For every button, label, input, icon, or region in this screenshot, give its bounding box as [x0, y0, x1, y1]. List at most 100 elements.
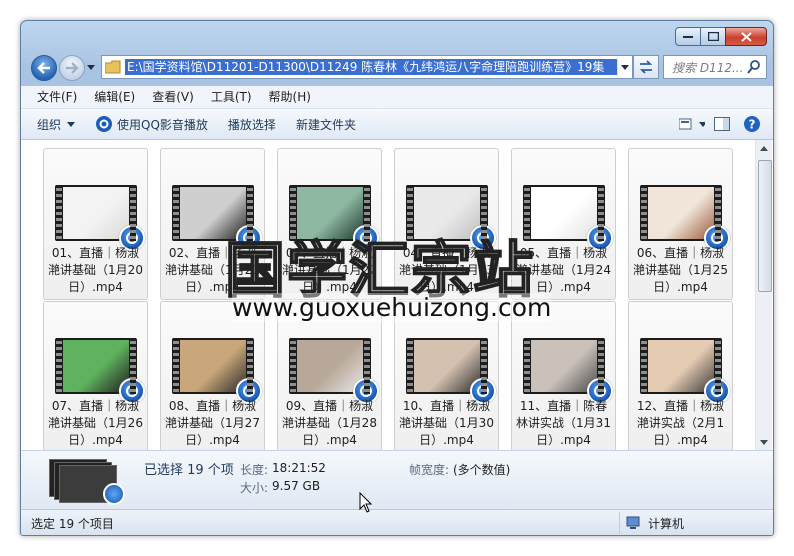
- qq-player-icon: [96, 116, 113, 132]
- folder-icon: [104, 60, 121, 74]
- file-name-label: 12、直播｜杨淑 滟讲实战（2月1 日）.mp4: [631, 398, 730, 449]
- status-selected: 选定 19 个项目: [31, 517, 114, 531]
- scroll-thumb[interactable]: [758, 160, 772, 292]
- file-name-line: 日）.mp4: [185, 433, 240, 447]
- refresh-icon: [639, 60, 653, 74]
- file-name-line: 日）.mp4: [653, 280, 708, 294]
- size-key: 大小:: [240, 481, 269, 495]
- menu-bar: 文件(F) 编辑(E) 查看(V) 工具(T) 帮助(H): [21, 86, 773, 109]
- length-value: 18:21:52: [272, 461, 326, 475]
- length-key: 长度:: [240, 463, 269, 477]
- address-field[interactable]: E:\国学资料馆\D11201-D11300\D11249 陈春林《九纬鸿运八字…: [101, 55, 633, 79]
- scroll-up-button[interactable]: [756, 140, 772, 156]
- command-bar: 组织 使用QQ影音播放 播放选择 新建文件夹 ?: [21, 109, 773, 140]
- file-name-line: 09、直播｜杨淑: [285, 399, 374, 413]
- video-thumbnail: [289, 338, 379, 404]
- arrow-left-icon: [37, 62, 50, 74]
- file-name-line: 滟讲基础（1月30: [399, 416, 494, 430]
- back-button[interactable]: [31, 55, 57, 81]
- file-name-line: 日）.mp4: [68, 280, 123, 294]
- address-path[interactable]: E:\国学资料馆\D11201-D11300\D11249 陈春林《九纬鸿运八字…: [125, 59, 617, 75]
- file-name-label: 08、直播｜杨淑 滟讲基础（1月27 日）.mp4: [163, 398, 262, 449]
- refresh-button[interactable]: [633, 55, 659, 79]
- file-item[interactable]: 10、直播｜杨淑 滟讲基础（1月30 日）.mp4: [394, 301, 499, 450]
- minimize-button[interactable]: [675, 27, 701, 46]
- file-name-label: 10、直播｜杨淑 滟讲基础（1月30 日）.mp4: [397, 398, 496, 449]
- video-thumbnail: [172, 338, 262, 404]
- view-controls: ?: [675, 112, 765, 136]
- details-pane: 已选择 19 个项 长度: 18:21:52 大小: 9.57 GB 帧宽度: …: [21, 450, 773, 509]
- file-name-line: 日）.mp4: [302, 433, 357, 447]
- forward-button[interactable]: [59, 55, 85, 81]
- scroll-down-button[interactable]: [756, 434, 772, 450]
- file-item[interactable]: 01、直播｜杨淑 滟讲基础（1月20 日）.mp4: [43, 148, 148, 300]
- menu-help[interactable]: 帮助(H): [262, 87, 321, 107]
- search-input[interactable]: 搜索 D112...: [664, 59, 746, 76]
- file-item[interactable]: 09、直播｜杨淑 滟讲基础（1月28 日）.mp4: [277, 301, 382, 450]
- chevron-down-icon: [760, 439, 768, 445]
- recent-pages-dropdown[interactable]: [86, 61, 96, 73]
- new-folder-label: 新建文件夹: [295, 117, 356, 132]
- address-dropdown[interactable]: [617, 57, 632, 77]
- selected-count: 已选择 19 个项: [144, 463, 234, 478]
- size-value: 9.57 GB: [272, 479, 321, 493]
- qq-play-button[interactable]: 使用QQ影音播放: [85, 112, 218, 136]
- search-box[interactable]: 搜索 D112...: [663, 55, 767, 79]
- video-thumbnail: [640, 338, 730, 404]
- search-icon[interactable]: [746, 59, 762, 75]
- file-name-line: 林讲实战（1月31: [516, 416, 611, 430]
- change-view-button[interactable]: [679, 112, 705, 136]
- menu-file[interactable]: 文件(F): [21, 87, 87, 107]
- menu-view[interactable]: 查看(V): [145, 87, 204, 107]
- file-name-label: 06、直播｜杨淑 滟讲基础（1月25 日）.mp4: [631, 245, 730, 296]
- maximize-button[interactable]: [700, 27, 726, 46]
- svg-text:?: ?: [749, 118, 756, 132]
- video-thumbnail: [640, 185, 730, 251]
- file-item[interactable]: 08、直播｜杨淑 滟讲基础（1月27 日）.mp4: [160, 301, 265, 450]
- vertical-scrollbar[interactable]: [755, 140, 772, 450]
- file-name-label: 01、直播｜杨淑 滟讲基础（1月20 日）.mp4: [46, 245, 145, 296]
- organize-button[interactable]: 组织: [21, 112, 85, 136]
- help-button[interactable]: ?: [739, 112, 765, 136]
- file-name-line: 07、直播｜杨淑: [51, 399, 140, 413]
- close-icon: [740, 31, 752, 42]
- file-name-line: 01、直播｜杨淑: [51, 246, 140, 260]
- file-item[interactable]: 12、直播｜杨淑 滟讲实战（2月1 日）.mp4: [628, 301, 733, 450]
- chevron-down-icon: [621, 64, 629, 70]
- qq-play-label: 使用QQ影音播放: [117, 117, 208, 132]
- caption-buttons: [675, 27, 767, 46]
- close-button[interactable]: [725, 27, 767, 46]
- file-name-line: 滟讲基础（1月28: [282, 416, 377, 430]
- file-name-label: 11、直播｜陈春 林讲实战（1月31 日）.mp4: [514, 398, 613, 449]
- file-name-label: 07、直播｜杨淑 滟讲基础（1月26 日）.mp4: [46, 398, 145, 449]
- video-thumbnail: [523, 185, 613, 251]
- menu-tools[interactable]: 工具(T): [204, 87, 262, 107]
- play-selection-button[interactable]: 播放选择: [218, 112, 286, 136]
- video-thumbnail: [406, 338, 496, 404]
- menu-edit[interactable]: 编辑(E): [87, 87, 145, 107]
- minimize-icon: [683, 35, 693, 38]
- file-name-label: 09、直播｜杨淑 滟讲基础（1月28 日）.mp4: [280, 398, 379, 449]
- new-folder-button[interactable]: 新建文件夹: [286, 112, 366, 136]
- file-item[interactable]: 07、直播｜杨淑 滟讲基础（1月26 日）.mp4: [43, 301, 148, 450]
- file-name-line: 滟讲基础（1月25: [633, 263, 728, 277]
- chevron-down-icon: [67, 121, 76, 127]
- chevron-down-icon: [87, 64, 95, 70]
- file-item[interactable]: 06、直播｜杨淑 滟讲基础（1月25 日）.mp4: [628, 148, 733, 300]
- frame-width-value: (多个数值): [453, 463, 511, 477]
- maximize-icon: [707, 32, 719, 41]
- file-name-line: 滟讲基础（1月20: [48, 263, 143, 277]
- status-bar: 选定 19 个项目 计算机: [21, 509, 773, 535]
- file-name-line: 12、直播｜杨淑: [636, 399, 725, 413]
- organize-label: 组织: [37, 117, 62, 132]
- file-item[interactable]: 11、直播｜陈春 林讲实战（1月31 日）.mp4: [511, 301, 616, 450]
- file-name-line: 日）.mp4: [653, 433, 708, 447]
- preview-pane-button[interactable]: [709, 112, 735, 136]
- address-bar-row: E:\国学资料馆\D11201-D11300\D11249 陈春林《九纬鸿运八字…: [21, 50, 773, 84]
- watermark-url: www.guoxuehuizong.com: [232, 293, 552, 322]
- preview-pane-icon: [714, 117, 730, 131]
- video-thumbnail: [55, 338, 145, 404]
- frame-width-key: 帧宽度:: [409, 463, 450, 477]
- status-location: 计算机: [619, 512, 684, 534]
- file-name-line: 滟讲实战（2月1: [636, 416, 725, 430]
